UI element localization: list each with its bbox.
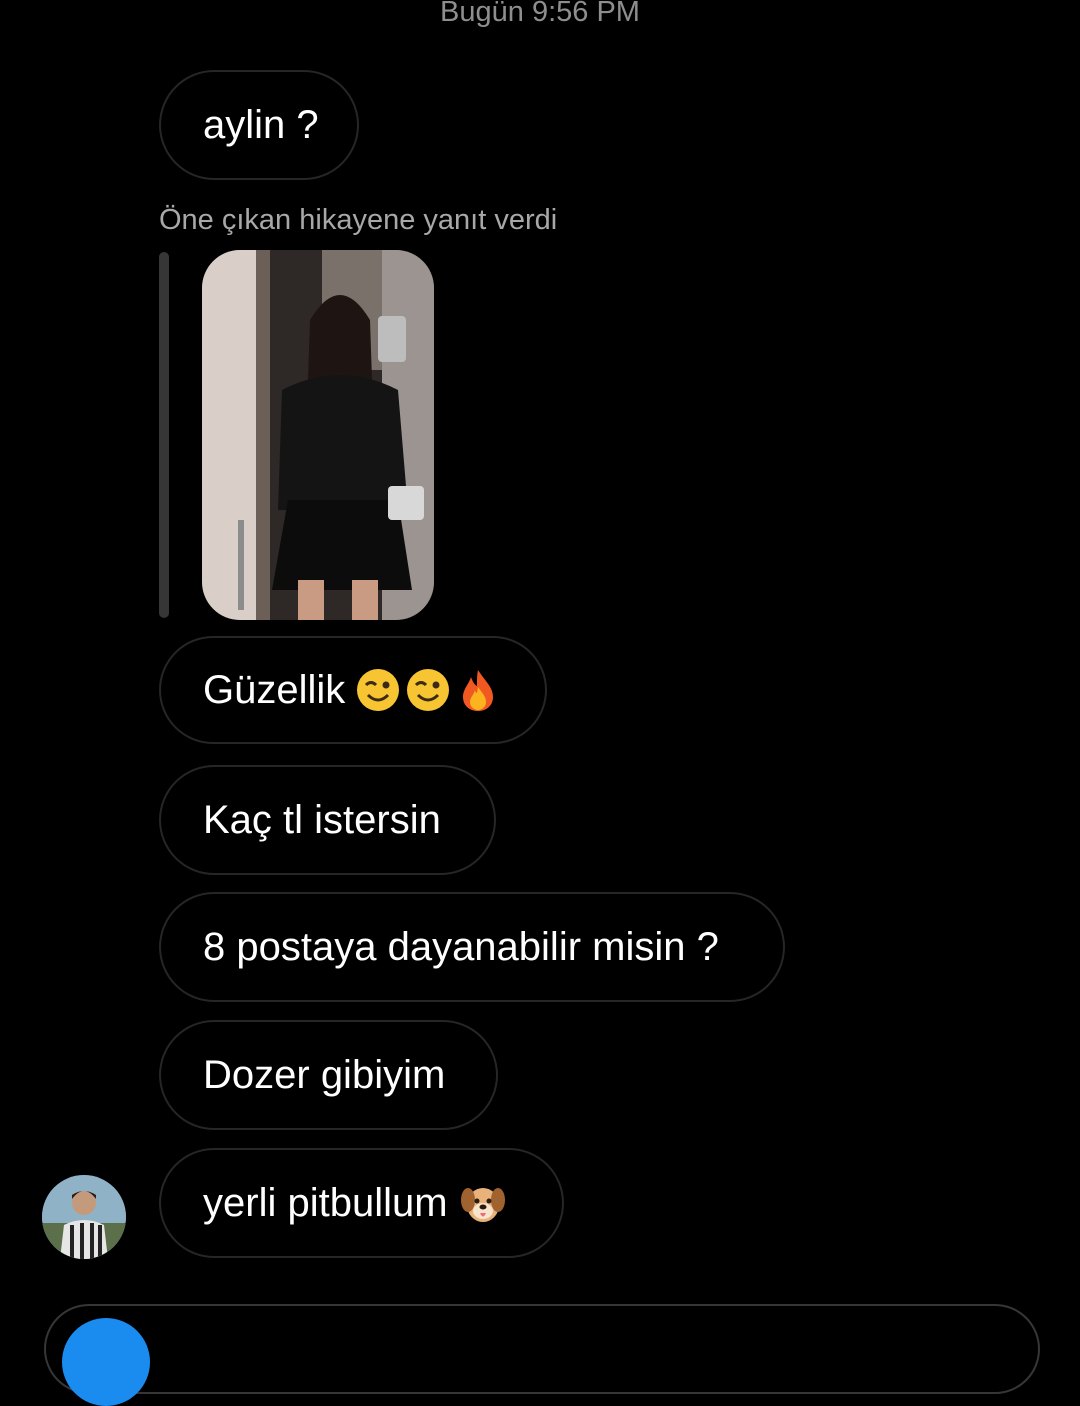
message-text: 8 postaya dayanabilir misin ? <box>203 924 719 969</box>
thread-timestamp: Bugün 9:56 PM <box>440 0 640 28</box>
message-composer[interactable] <box>44 1304 1040 1394</box>
message-text: Dozer gibiyim <box>203 1052 446 1097</box>
story-photo-icon <box>202 250 434 620</box>
message-bubble[interactable]: Dozer gibiyim <box>159 1020 498 1130</box>
message-text: Kaç tl istersin <box>203 797 441 842</box>
fire-icon <box>455 667 501 713</box>
winking-face-icon <box>405 667 451 713</box>
message-bubble[interactable]: Kaç tl istersin <box>159 765 496 875</box>
message-bubble[interactable]: 8 postaya dayanabilir misin ? <box>159 892 785 1002</box>
winking-face-icon <box>355 667 401 713</box>
message-bubble[interactable]: Güzellik <box>159 636 547 744</box>
message-bubble[interactable]: yerli pitbullum <box>159 1148 564 1258</box>
camera-icon[interactable] <box>62 1318 150 1406</box>
message-bubble[interactable]: aylin ? <box>159 70 359 180</box>
message-text: yerli pitbullum <box>203 1180 448 1225</box>
reply-quote-bar <box>159 252 169 618</box>
story-reply-label: Öne çıkan hikayene yanıt verdi <box>159 204 558 236</box>
dog-face-icon <box>460 1180 506 1226</box>
sender-avatar[interactable] <box>42 1175 126 1259</box>
story-thumbnail[interactable] <box>202 250 434 620</box>
message-text: aylin ? <box>203 102 319 147</box>
avatar-icon <box>42 1175 126 1259</box>
message-text: Güzellik <box>203 667 346 712</box>
